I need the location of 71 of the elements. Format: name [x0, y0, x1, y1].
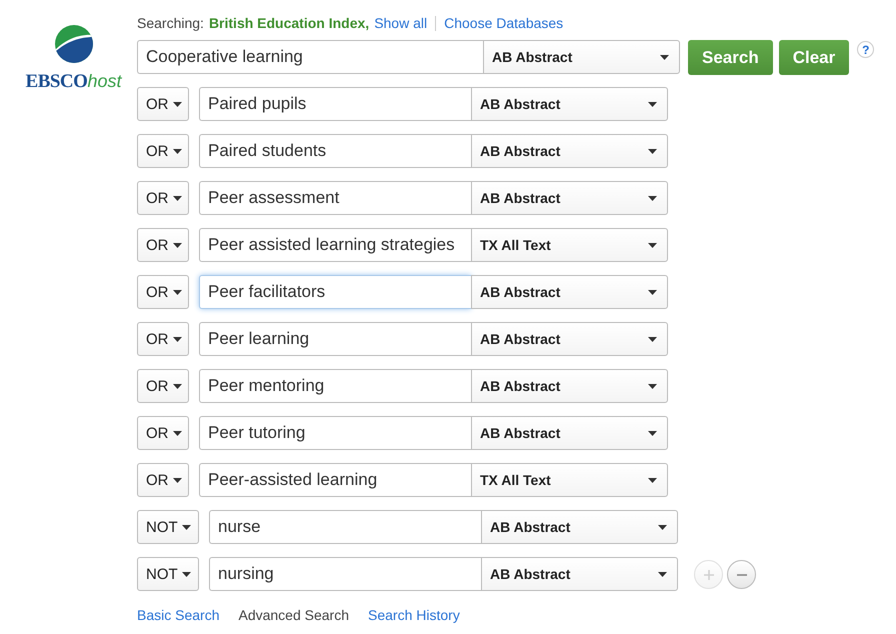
caret-icon: [648, 430, 657, 436]
caret-icon: [172, 196, 182, 200]
operator-dropdown[interactable]: OR: [137, 181, 189, 215]
search-term-field[interactable]: Paired students: [199, 134, 471, 168]
field-dropdown[interactable]: AB Abstract: [471, 134, 668, 168]
nav-link[interactable]: Advanced Search: [238, 607, 350, 623]
plus-icon: [702, 568, 714, 580]
operator-dropdown[interactable]: OR: [137, 228, 189, 262]
caret-icon: [182, 524, 191, 530]
caret-icon: [648, 478, 657, 482]
caret-icon: [172, 148, 182, 154]
field-dropdown[interactable]: TX All Text: [471, 228, 668, 262]
operator-dropdown[interactable]: OR: [137, 369, 189, 403]
caret-icon: [648, 102, 657, 106]
caret-icon: [182, 572, 191, 576]
caret-icon: [648, 384, 657, 388]
field-dropdown[interactable]: AB Abstract: [471, 416, 668, 450]
field-dropdown[interactable]: AB Abstract: [471, 369, 668, 403]
caret-icon: [648, 196, 657, 200]
searching-label: Searching:: [137, 15, 204, 31]
operator-dropdown[interactable]: OR: [137, 134, 189, 168]
search-term-field[interactable]: nurse: [209, 510, 481, 544]
search-term-field[interactable]: Peer-assisted learning: [199, 463, 471, 497]
operator-dropdown[interactable]: OR: [137, 275, 189, 309]
remove-row-button[interactable]: [727, 560, 756, 589]
help-icon[interactable]: ?: [857, 41, 874, 58]
search-term-field[interactable]: nursing: [209, 557, 481, 591]
caret-icon: [172, 290, 182, 294]
field-dropdown[interactable]: AB Abstract: [483, 40, 680, 74]
show-all-link[interactable]: Show all: [374, 15, 428, 31]
caret-icon: [172, 336, 182, 342]
caret-icon: [172, 242, 182, 248]
caret-icon: [648, 148, 657, 154]
operator-dropdown[interactable]: OR: [137, 87, 189, 121]
operator-dropdown[interactable]: NOT: [137, 557, 199, 591]
search-term-field[interactable]: Peer learning: [199, 322, 471, 356]
search-term-field[interactable]: Peer tutoring: [199, 416, 471, 450]
operator-dropdown[interactable]: OR: [137, 463, 189, 497]
field-dropdown[interactable]: AB Abstract: [481, 557, 678, 591]
search-term-field[interactable]: Cooperative learning: [137, 40, 483, 74]
caret-icon: [648, 336, 657, 342]
operator-dropdown[interactable]: NOT: [137, 510, 199, 544]
database-name: British Education Index,: [208, 15, 370, 31]
caret-icon: [648, 290, 657, 294]
caret-icon: [172, 102, 182, 106]
choose-databases-link[interactable]: Choose Databases: [444, 15, 564, 31]
caret-icon: [172, 430, 182, 436]
operator-dropdown[interactable]: OR: [137, 322, 189, 356]
caret-icon: [172, 384, 182, 388]
field-dropdown[interactable]: AB Abstract: [471, 322, 668, 356]
field-dropdown[interactable]: AB Abstract: [471, 87, 668, 121]
minus-icon: [736, 574, 746, 576]
caret-icon: [658, 524, 667, 530]
caret-icon: [648, 242, 657, 248]
caret-icon: [660, 54, 669, 60]
logo-icon: [54, 25, 92, 63]
field-dropdown[interactable]: AB Abstract: [481, 510, 678, 544]
search-term-field[interactable]: Paired pupils: [199, 87, 471, 121]
search-term-field[interactable]: Peer assessment: [199, 181, 471, 215]
operator-dropdown[interactable]: OR: [137, 416, 189, 450]
search-term-field[interactable]: Peer facilitators: [199, 275, 471, 309]
search-term-field[interactable]: Peer assisted learning strategies: [199, 228, 471, 262]
field-dropdown[interactable]: AB Abstract: [471, 181, 668, 215]
search-term-field[interactable]: Peer mentoring: [199, 369, 471, 403]
caret-icon: [658, 572, 667, 576]
field-dropdown[interactable]: TX All Text: [471, 463, 668, 497]
nav-link[interactable]: Basic Search: [137, 607, 220, 623]
nav-link[interactable]: Search History: [368, 607, 460, 623]
field-dropdown[interactable]: AB Abstract: [471, 275, 668, 309]
logo-text: EBSCOhost: [26, 71, 122, 93]
caret-icon: [172, 478, 182, 482]
